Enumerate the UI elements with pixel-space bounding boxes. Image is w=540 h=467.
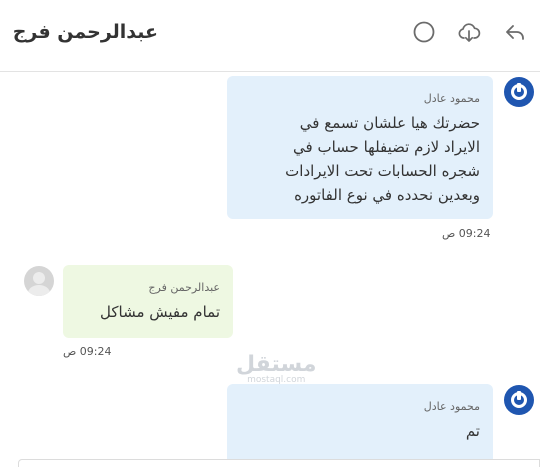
message-text: تمام مفيش مشاكل bbox=[100, 303, 220, 321]
sender-avatar bbox=[504, 385, 534, 415]
conversation-title: عبدالرحمن فرج bbox=[12, 21, 158, 43]
message-input[interactable] bbox=[18, 459, 540, 467]
sender-name: عبدالرحمن فرج bbox=[148, 281, 220, 294]
chat-header: عبدالرحمن فرج bbox=[0, 0, 540, 72]
message-time: 09:24 ص bbox=[442, 227, 491, 240]
brand-logo-icon bbox=[511, 391, 527, 408]
message-text: حضرتك هيا علشان تسمع في الايراد لازم تضي… bbox=[285, 114, 480, 204]
user-avatar bbox=[24, 266, 54, 296]
message-bubble: محمود عادل تم bbox=[227, 384, 493, 467]
sender-name: محمود عادل bbox=[423, 92, 480, 105]
brand-logo-icon bbox=[511, 83, 527, 100]
message-bubble: عبدالرحمن فرج تمام مفيش مشاكل bbox=[63, 265, 233, 338]
message-time: 09:24 ص bbox=[63, 345, 112, 358]
reply-icon[interactable] bbox=[502, 19, 528, 45]
message-bubble: محمود عادل حضرتك هيا علشان تسمع في الاير… bbox=[227, 76, 493, 219]
sender-name: محمود عادل bbox=[423, 400, 480, 413]
cloud-download-icon[interactable] bbox=[456, 19, 482, 45]
message-thread[interactable]: محمود عادل حضرتك هيا علشان تسمع في الاير… bbox=[0, 73, 540, 467]
circle-status-icon[interactable] bbox=[411, 19, 437, 45]
sender-avatar bbox=[504, 77, 534, 107]
watermark-logo: مستقل mostaql.com bbox=[236, 352, 317, 385]
message-text: تم bbox=[465, 422, 480, 440]
